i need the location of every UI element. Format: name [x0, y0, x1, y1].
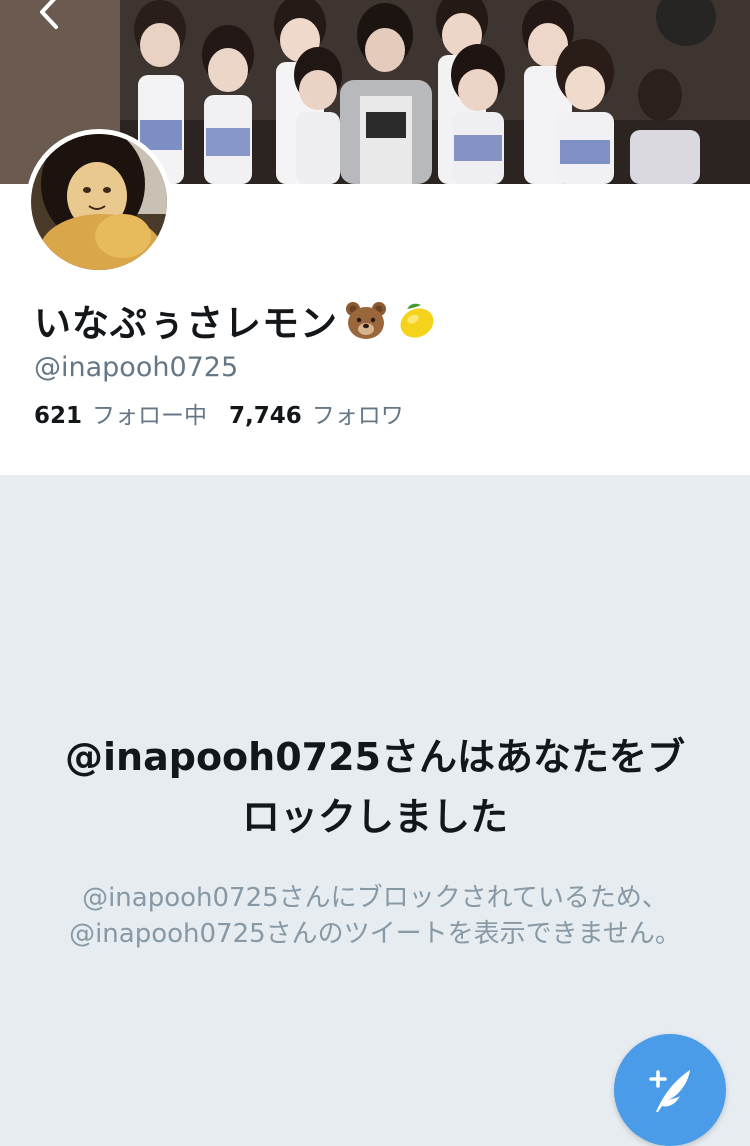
compose-tweet-icon [649, 1070, 690, 1112]
following-stat[interactable]: 621 フォロー中 [34, 396, 207, 430]
blocked-title: @inapooh0725さんはあなたをブロックしました [65, 735, 685, 839]
profile-handle: @inapooh0725 [34, 352, 239, 383]
avatar[interactable] [26, 129, 172, 275]
display-name-text: いなぷぅさレモン [34, 302, 338, 345]
avatar-image [31, 134, 167, 270]
chevron-left-icon [40, 0, 58, 29]
display-name: いなぷぅさレモン [34, 296, 438, 345]
following-count: 621 [34, 403, 83, 429]
back-button[interactable] [38, 0, 88, 40]
lemon-emoji [400, 303, 434, 338]
blocked-message: @inapooh0725さんにブロックされているため、@inapooh0725さ… [69, 883, 681, 949]
profile-screen: いなぷぅさレモン @inapooh0725 621 フォロー中 7,746 フォ… [0, 0, 750, 1146]
following-label: フォロー中 [92, 403, 208, 429]
followers-stat[interactable]: 7,746 フォロワ [229, 396, 404, 430]
compose-tweet-button[interactable] [614, 1034, 726, 1146]
follow-stats: 621 フォロー中 7,746 フォロワ [34, 396, 404, 430]
bear-face-emoji [346, 302, 386, 339]
followers-label: フォロワ [311, 403, 404, 429]
followers-count: 7,746 [229, 403, 302, 429]
